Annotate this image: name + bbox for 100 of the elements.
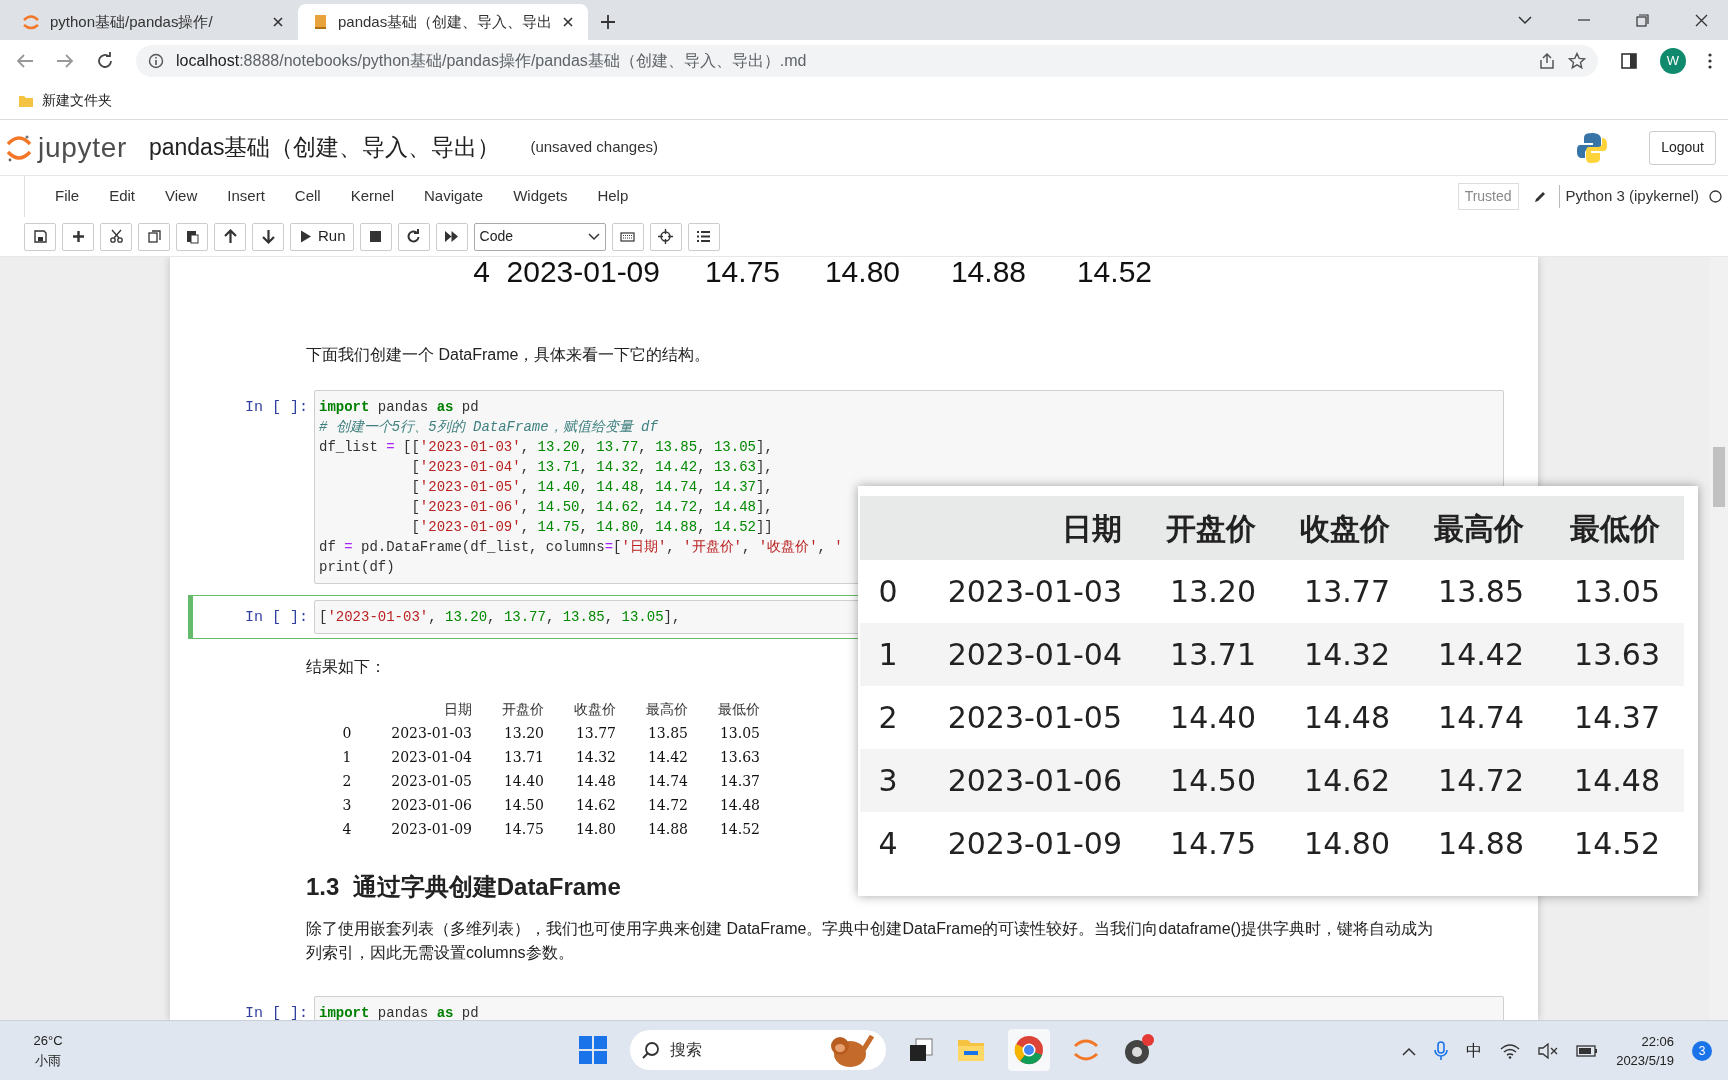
markdown-text: 结果如下： [306, 658, 386, 675]
code-line: ['2023-01-06', 14.50, 14.62, 14.72, 14.48], [410, 498, 773, 517]
table-cell-text: 2 [877, 699, 899, 737]
table-cell-text: 2023-01-06 [390, 796, 472, 815]
table-cell-text: 14.88 [1437, 825, 1524, 863]
table-cell-text: 14.80 [574, 820, 616, 839]
table-cell-text: 4 [877, 825, 899, 863]
table-cell-text: 14.32 [574, 748, 616, 767]
table-cell-text: 14.52 [718, 820, 760, 839]
table-cell-text: 14.88 [646, 820, 688, 839]
table-cell-text: 14.48 [718, 796, 760, 815]
table-cell-text: 14.48 [574, 772, 616, 791]
input-prompt: In [ ]: [245, 608, 308, 628]
table-cell-text: 14.40 [1169, 699, 1256, 737]
table-cell-text: 2023-01-04 [390, 748, 472, 767]
kernel-name: Python 3 (ipykernel) [1558, 185, 1699, 208]
table-cell-text: 13.63 [718, 748, 760, 767]
column-header: 最低价 [717, 700, 760, 719]
table-cell-text: 13.05 [718, 724, 760, 743]
section-heading: 1.3 通过字典创建DataFrame [306, 873, 621, 900]
table-cell-text: 3 [341, 796, 353, 815]
code-line: import pandas as pd [319, 1004, 479, 1020]
table-cell-text: 13.63 [1573, 636, 1660, 674]
table-cell-text: 14.40 [502, 772, 544, 791]
code-line: ['2023-01-05', 14.40, 14.48, 14.74, 14.37], [410, 478, 773, 497]
table-cell-text: 14.62 [1303, 762, 1390, 800]
code-line: import pandas as pd [319, 398, 479, 417]
table-cell-text: 14.75 [1169, 825, 1256, 863]
table-cell-text: 13.85 [646, 724, 688, 743]
table-cell-text: 14.74 [646, 772, 688, 791]
column-header: 最低价 [1569, 509, 1660, 548]
table-cell-text: 14.48 [1573, 762, 1660, 800]
table-cell-text: 13.20 [1169, 573, 1256, 611]
table-cell-text: 13.05 [1573, 573, 1660, 611]
column-header: 日期 [1061, 509, 1122, 548]
table-cell-text: 14.50 [502, 796, 544, 815]
table-cell-text: 14.50 [1169, 762, 1256, 800]
code-line: ['2023-01-09', 14.75, 14.80, 14.88, 14.52]] [410, 518, 773, 537]
table-cell-text: 13.85 [1437, 573, 1524, 611]
input-prompt: In [ ]: [245, 1004, 308, 1020]
column-header: 收盘价 [1299, 509, 1390, 548]
code-line: ['2023-01-03', 13.20, 13.77, 13.85, 13.05], [319, 608, 681, 627]
code-line: df_list = [['2023-01-03', 13.20, 13.77, 13.85, 13.05], [319, 438, 773, 457]
table-cell-text: 14.62 [574, 796, 616, 815]
table-cell-text: 14.52 [1573, 825, 1660, 863]
table-cell-text: 2023-01-03 [390, 724, 472, 743]
table-cell-text: 0 [877, 573, 899, 611]
temperature-text: 26°C [33, 1032, 63, 1050]
table-cell-text: 2023-01-09 [946, 825, 1122, 863]
table-cell-text: 14.80 [823, 257, 900, 289]
table-cell-text: 2023-01-06 [946, 762, 1122, 800]
column-header: 开盘价 [501, 700, 544, 719]
table-cell-text: 2023-01-04 [946, 636, 1122, 674]
table-cell-text: 14.88 [949, 257, 1026, 289]
weather-text: 小雨 [35, 1051, 61, 1070]
tab-title: pandas基础（创建、导入、导出 [338, 11, 553, 32]
table-cell-text: 3 [877, 762, 899, 800]
table-cell-text: 1 [341, 748, 353, 767]
column-header: 最高价 [1433, 509, 1524, 548]
table-cell-text: 13.71 [502, 748, 544, 767]
url-text: localhost:8888/notebooks/python基础/pandas操作/pandas基础（创建、导入、导出）.md [176, 51, 808, 71]
table-cell-text: 14.37 [718, 772, 760, 791]
table-cell-text: 13.77 [574, 724, 616, 743]
table-cell-text: 14.75 [502, 820, 544, 839]
table-cell-text: 14.75 [703, 257, 780, 289]
table-cell-text: 13.71 [1169, 636, 1256, 674]
table-cell-text: 4 [472, 257, 490, 289]
table-cell-text: 2023-01-05 [946, 699, 1122, 737]
table-cell-text: 13.77 [1303, 573, 1390, 611]
tab-title: python基础/pandas操作/ [50, 11, 214, 32]
table-cell-text: 14.37 [1573, 699, 1660, 737]
table-cell-text: 14.52 [1075, 257, 1152, 289]
markdown-text: 下面我们创建一个 DataFrame，具体来看一下它的结构。 [306, 346, 711, 363]
column-header: 日期 [443, 700, 472, 719]
table-cell-text: 14.80 [1303, 825, 1390, 863]
table-cell-text: 1 [877, 636, 899, 674]
table-cell-text: 14.72 [646, 796, 688, 815]
column-header: 收盘价 [573, 700, 616, 719]
table-cell-text: 14.42 [1437, 636, 1524, 674]
code-line: print(df) [319, 558, 395, 577]
save-status: (unsaved changes) [530, 137, 658, 158]
input-prompt: In [ ]: [245, 398, 308, 418]
code-line: df = pd.DataFrame(df_list, columns=['日期', '开盘价', '收盘价', ' [319, 538, 843, 557]
table-cell-text: 14.32 [1303, 636, 1390, 674]
table-cell-text: 0 [341, 724, 353, 743]
table-cell-text: 13.20 [502, 724, 544, 743]
column-header: 开盘价 [1165, 509, 1256, 548]
table-cell-text: 14.74 [1437, 699, 1524, 737]
table-cell-text: 4 [341, 820, 353, 839]
column-header: 最高价 [645, 700, 688, 719]
table-cell-text: 14.42 [646, 748, 688, 767]
table-cell-text: 2 [341, 772, 353, 791]
code-line: ['2023-01-04', 13.71, 14.32, 14.42, 13.63], [410, 458, 773, 477]
table-cell-text: 14.72 [1437, 762, 1524, 800]
table-cell-text: 2023-01-09 [505, 257, 660, 289]
paragraph-text: 除了使用嵌套列表（多维列表），我们也可使用字典来创建 DataFrame。字典中创建DataFrame的可读性较好。当我们向dataframe()提供字典时，键将自动成为 列索引，因此无需设置columns参数。 [306, 919, 1435, 963]
table-cell-text: 2023-01-05 [390, 772, 472, 791]
table-cell-text: 14.48 [1303, 699, 1390, 737]
table-cell-text: 2023-01-03 [946, 573, 1122, 611]
code-line: # 创建一个5行、5列的 DataFrame，赋值给变量 df [319, 418, 658, 437]
